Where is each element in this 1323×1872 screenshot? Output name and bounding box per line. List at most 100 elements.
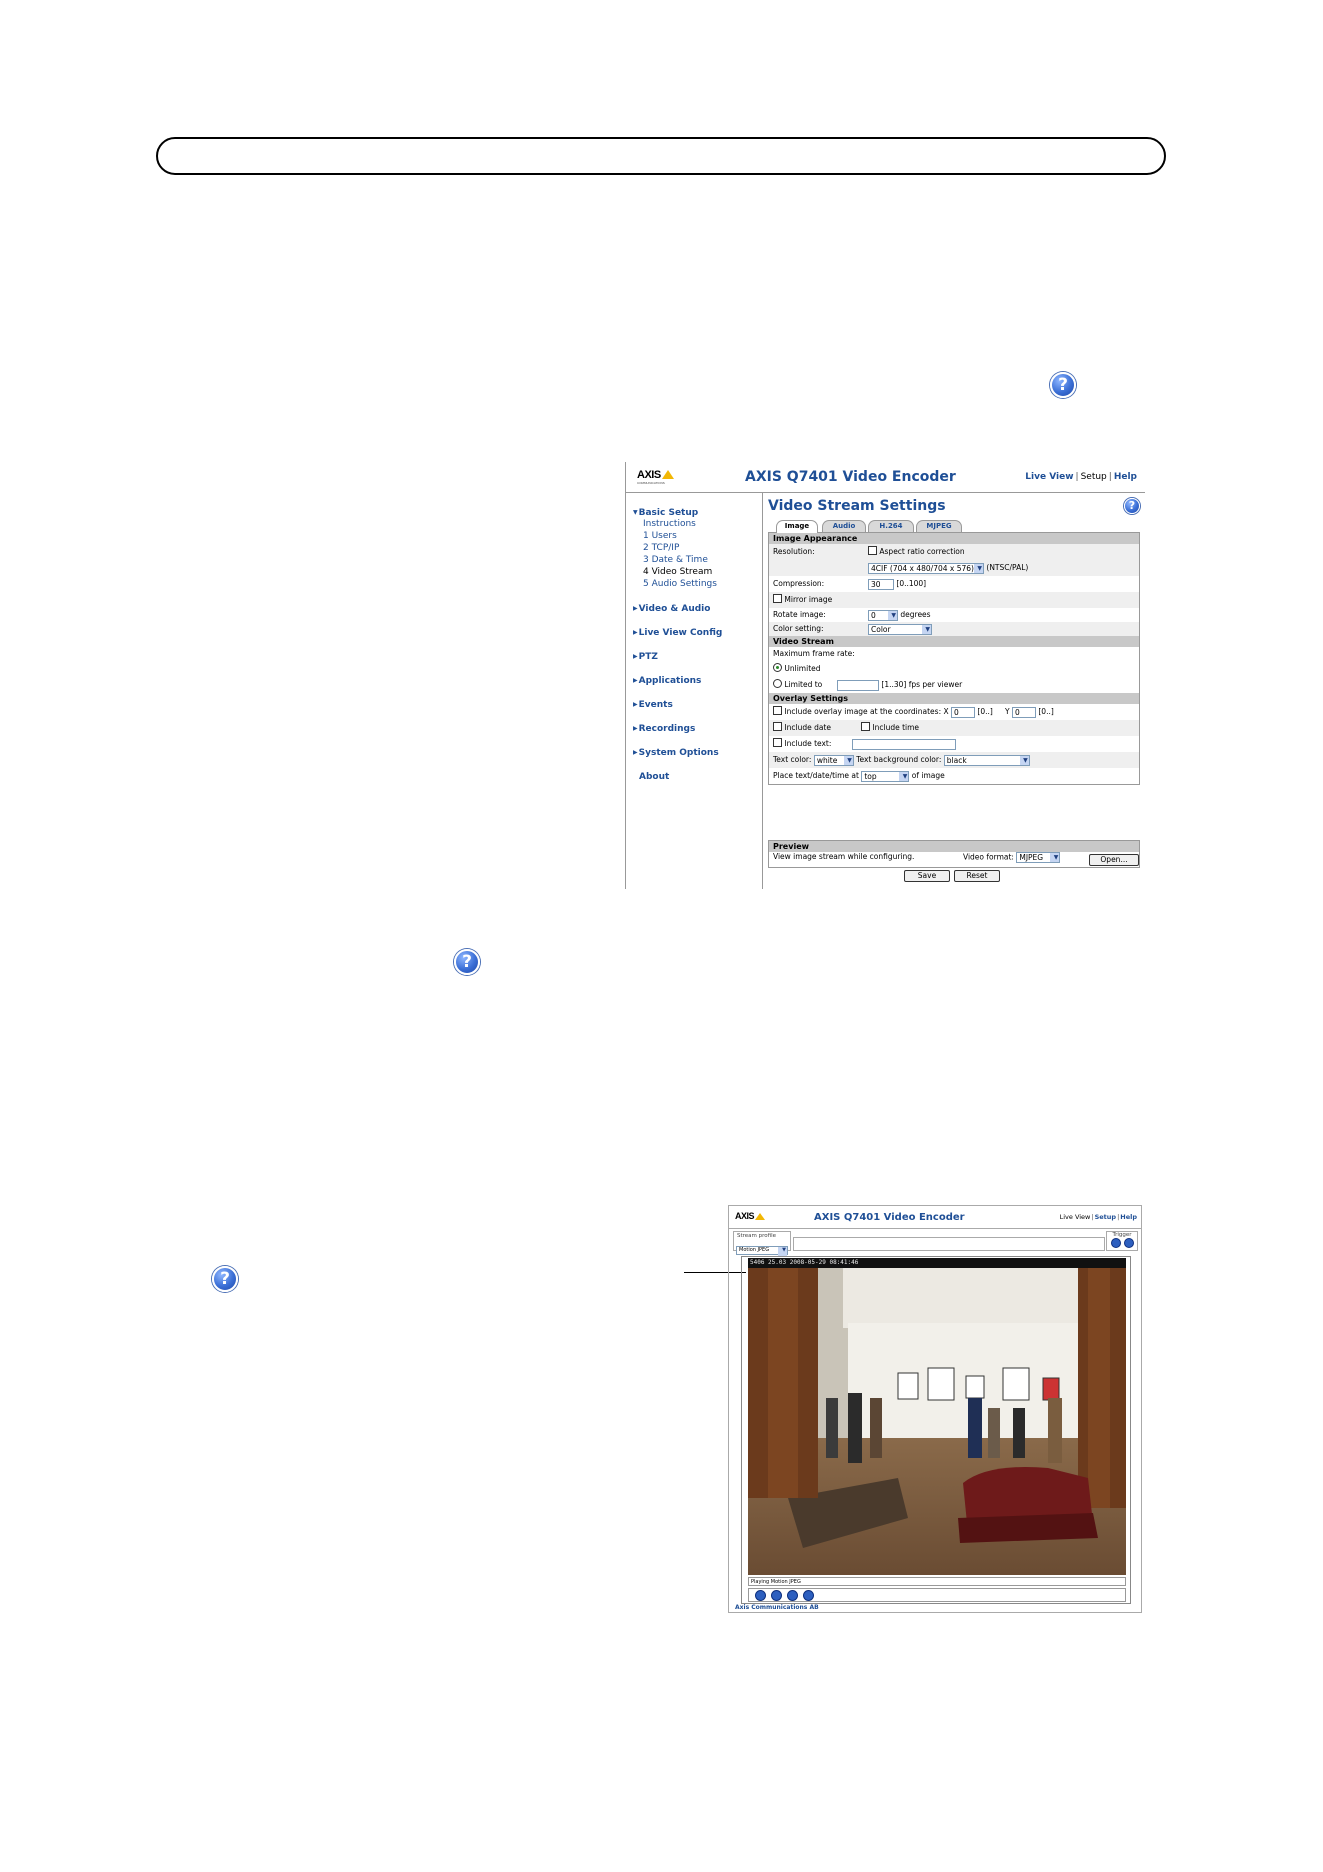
live-video-image <box>748 1268 1126 1575</box>
overlay-image-row: Include overlay image at the coordinates… <box>769 704 1139 720</box>
setup-link[interactable]: Setup <box>1095 1213 1116 1221</box>
rotate-unit: degrees <box>900 610 931 619</box>
resolution-suffix: (NTSC/PAL) <box>986 563 1029 572</box>
sidebar-subitem-video-stream[interactable]: 4 Video Stream <box>633 566 758 578</box>
include-date-checkbox[interactable] <box>773 722 782 731</box>
color-row: Color setting: Color ▼ <box>769 622 1139 636</box>
chevron-down-icon: ▼ <box>891 611 896 619</box>
axis-triangle-icon <box>661 470 674 479</box>
overlay-text-input[interactable] <box>852 738 956 750</box>
chevron-down-icon: ▼ <box>633 509 638 516</box>
sidebar-item-recordings[interactable]: ▶Recordings <box>633 724 758 734</box>
live-view-link[interactable]: Live View <box>1060 1213 1091 1221</box>
live-view-screenshot: AXIS AXIS Q7401 Video Encoder Live View|… <box>728 1205 1142 1613</box>
trigger-off-icon[interactable] <box>1124 1238 1134 1248</box>
audio-icon[interactable] <box>803 1590 814 1601</box>
sidebar-subitem-instructions[interactable]: Instructions <box>633 518 758 530</box>
stop-icon[interactable] <box>755 1590 766 1601</box>
sidebar-item-label: Live View Config <box>638 628 723 638</box>
overlay-x-input[interactable]: 0 <box>951 706 976 718</box>
include-time-checkbox[interactable] <box>861 722 870 731</box>
sidebar-subitem-tcpip[interactable]: 2 TCP/IP <box>633 542 758 554</box>
aspect-ratio-checkbox[interactable] <box>868 546 877 555</box>
chevron-right-icon: ▶ <box>633 701 638 708</box>
place-row: Place text/date/time at top ▼ of image <box>769 768 1139 784</box>
section-heading: Video Stream <box>769 636 1139 647</box>
video-format-select[interactable]: MJPEG ▼ <box>1016 852 1061 863</box>
sidebar-subitem-date-time[interactable]: 3 Date & Time <box>633 554 758 566</box>
max-rate-row: Maximum frame rate: <box>769 647 1139 661</box>
open-button[interactable]: Open... <box>1089 854 1139 866</box>
include-text-checkbox[interactable] <box>773 738 782 747</box>
chevron-down-icon: ▼ <box>847 756 852 764</box>
sidebar-subitem-users[interactable]: 1 Users <box>633 530 758 542</box>
tab-image[interactable]: Image <box>776 520 818 533</box>
help-icon: ? <box>1050 372 1076 398</box>
player-controls <box>748 1588 1126 1602</box>
sidebar-item-live-view-config[interactable]: ▶Live View Config <box>633 628 758 638</box>
chevron-right-icon: ▶ <box>633 605 638 612</box>
save-button[interactable]: Save <box>904 870 950 882</box>
sidebar-item-about[interactable]: About <box>633 772 758 782</box>
trigger-on-icon[interactable] <box>1111 1238 1121 1248</box>
bg-color-label: Text background color: <box>856 755 942 764</box>
text-color-label: Text color: <box>773 755 812 764</box>
mirror-image-checkbox[interactable] <box>773 594 782 603</box>
rotate-select[interactable]: 0 ▼ <box>868 609 898 621</box>
aspect-ratio-label: Aspect ratio correction <box>879 547 965 556</box>
chevron-right-icon: ▶ <box>633 629 638 636</box>
button-row: Save Reset <box>768 868 1140 884</box>
help-icon[interactable]: ? <box>1124 498 1140 514</box>
unlimited-row: Unlimited <box>769 661 1139 677</box>
reset-button[interactable]: Reset <box>954 870 1000 882</box>
help-link[interactable]: Help <box>1120 1213 1137 1221</box>
live-view-link[interactable]: Live View <box>1025 472 1073 482</box>
date-time-row: Include date Include time <box>769 720 1139 736</box>
text-color-row: Text color: white ▼ Text background color… <box>769 752 1139 768</box>
max-rate-label: Maximum frame rate: <box>773 649 855 658</box>
tab-mjpeg[interactable]: MJPEG <box>916 520 962 532</box>
tab-audio[interactable]: Audio <box>822 520 866 532</box>
chevron-down-icon: ▼ <box>1053 854 1059 861</box>
overlay-image-checkbox[interactable] <box>773 706 782 715</box>
section-heading: Image Appearance <box>769 533 1139 544</box>
trigger-box: Trigger <box>1106 1231 1138 1251</box>
place-select[interactable]: top ▼ <box>861 770 910 782</box>
bg-color-value: black <box>946 755 967 765</box>
top-nav: Live View|Setup|Help <box>1060 1213 1137 1221</box>
fps-input[interactable] <box>837 679 879 691</box>
sidebar-item-label: PTZ <box>638 652 658 662</box>
overlay-y-input[interactable]: 0 <box>1011 706 1036 718</box>
unlimited-radio[interactable] <box>773 663 782 672</box>
chevron-right-icon: ▶ <box>633 677 638 684</box>
sidebar-item-ptz[interactable]: ▶PTZ <box>633 652 758 662</box>
rotate-value: 0 <box>871 610 876 620</box>
sidebar-item-label: Video & Audio <box>638 604 711 614</box>
sidebar-item-label: System Options <box>638 748 719 758</box>
sidebar-subitem-audio-settings[interactable]: 5 Audio Settings <box>633 578 758 590</box>
sidebar-item-basic-setup[interactable]: ▼Basic Setup <box>633 508 758 518</box>
sidebar-item-applications[interactable]: ▶Applications <box>633 676 758 686</box>
sidebar-item-system-options[interactable]: ▶System Options <box>633 748 758 758</box>
text-color-select[interactable]: white ▼ <box>813 754 854 766</box>
top-nav: Live View|Setup|Help <box>1025 472 1137 482</box>
help-link[interactable]: Help <box>1114 472 1137 482</box>
trigger-label: Trigger <box>1112 1232 1132 1238</box>
stream-profile-select[interactable]: Motion JPEG ▼ <box>736 1246 788 1256</box>
snapshot-icon[interactable] <box>771 1590 782 1601</box>
sidebar-item-video-audio[interactable]: ▶Video & Audio <box>633 604 758 614</box>
fullscreen-icon[interactable] <box>787 1590 798 1601</box>
color-select[interactable]: Color ▼ <box>868 623 932 635</box>
setup-link[interactable]: Setup <box>1081 472 1107 482</box>
page-title: Video Stream Settings <box>768 498 946 514</box>
bg-color-select[interactable]: black ▼ <box>943 754 1030 766</box>
compression-input[interactable]: 30 <box>868 578 894 590</box>
video-format-value: MJPEG <box>1019 853 1044 862</box>
tab-bar: Image Audio H.264 MJPEG <box>768 520 1140 533</box>
tab-h264[interactable]: H.264 <box>868 520 914 532</box>
sidebar-item-events[interactable]: ▶Events <box>633 700 758 710</box>
limited-radio[interactable] <box>773 679 782 688</box>
footer-company: Axis Communications AB <box>735 1604 819 1611</box>
video-frame: 5406 25.03 2008-05-29 08:41:46 Playing M… <box>741 1256 1131 1604</box>
resolution-select[interactable]: 4CIF (704 x 480/704 x 576) ▼ <box>868 562 984 574</box>
